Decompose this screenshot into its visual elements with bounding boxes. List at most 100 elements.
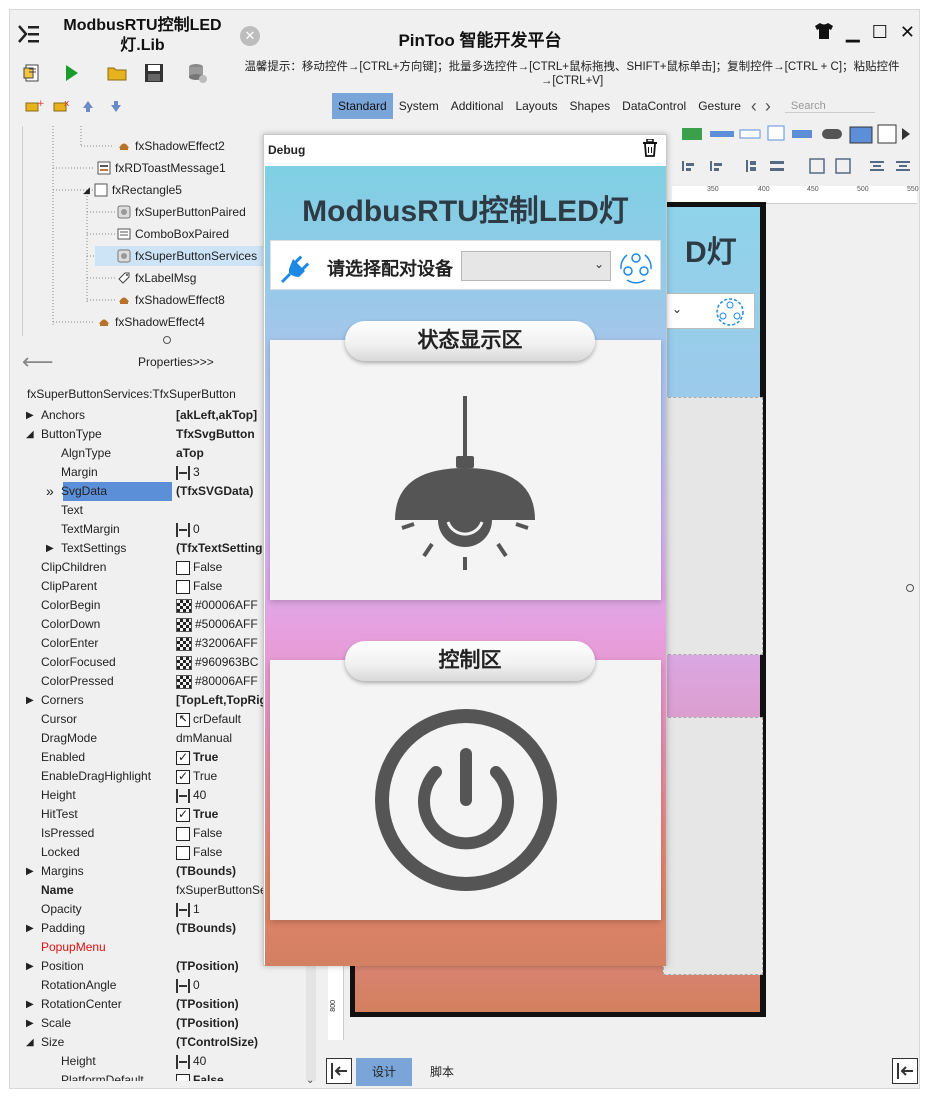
property-value[interactable]: 1 [176,900,200,919]
expand-arrow-icon[interactable]: ▶ [26,919,34,938]
property-row[interactable]: AlgnType aTop [24,444,284,463]
property-value[interactable]: #00006AFF [176,596,258,615]
property-value[interactable]: ↖ crDefault [176,710,241,729]
property-value[interactable]: (TPosition) [176,1014,239,1033]
theme-shirt-icon[interactable] [814,22,834,45]
property-value[interactable]: False [176,1071,224,1081]
property-value[interactable]: (TBounds) [176,862,236,881]
property-value[interactable]: ✓ True [176,767,217,786]
close-document-button[interactable]: ✕ [240,26,260,46]
property-value[interactable]: 0 [176,520,200,539]
properties-link[interactable]: Properties>>> [138,355,214,369]
property-value[interactable]: (TfxTextSetting [176,539,262,558]
property-value[interactable]: (TPosition) [176,957,239,976]
property-value[interactable]: False [176,577,222,596]
property-value[interactable]: (TControlSize) [176,1033,258,1052]
property-row[interactable]: » SvgData (TfxSVGData) [24,482,284,501]
expand-arrow-icon[interactable]: ▶ [46,539,54,558]
property-value[interactable]: (TfxSVGData) [176,482,253,501]
tree-item[interactable]: fxShadowEffect4 [97,312,205,332]
palette-search[interactable]: Search [784,100,875,113]
tree-item[interactable]: fxShadowEffect2 [117,136,225,156]
property-row[interactable]: ▶ Corners [TopLeft,TopRig [24,691,284,710]
remove-node-icon[interactable]: x [52,98,72,116]
property-value[interactable]: False [176,824,222,843]
menu-icon[interactable] [18,24,40,48]
expand-arrow-icon[interactable]: ▶ [26,957,34,976]
tree-item[interactable]: ComboBoxPaired [117,224,229,244]
tree-item[interactable]: fxShadowEffect8 [117,290,225,310]
tab-system[interactable]: System [393,93,445,119]
open-folder-icon[interactable] [106,62,130,86]
expand-arrow-icon[interactable]: ▶ [26,862,34,881]
property-row[interactable]: ColorDown #50006AFF [24,615,284,634]
tree-item[interactable]: fxLabelMsg [117,268,196,288]
save-icon[interactable] [143,62,167,86]
property-value[interactable]: (TBounds) [176,919,236,938]
property-row[interactable]: ColorEnter #32006AFF [24,634,284,653]
property-value[interactable]: aTop [176,444,204,463]
property-row[interactable]: ▶ RotationCenter (TPosition) [24,995,284,1014]
property-value[interactable]: TfxSvgButton [176,425,255,444]
property-value[interactable]: ✓ True [176,805,218,824]
tree-item-selected[interactable]: fxSuperButtonServices [95,246,277,266]
move-up-icon[interactable] [80,98,100,116]
chevron-right-icon[interactable]: › [761,96,775,117]
splitter-handle[interactable] [163,336,171,344]
property-row[interactable]: ColorBegin #00006AFF [24,596,284,615]
selected-marker-icon[interactable]: » [46,482,54,501]
collapse-arrow-icon[interactable]: ◢ [83,180,90,200]
property-row[interactable]: ▶ TextSettings (TfxTextSetting [24,539,284,558]
property-row[interactable]: PlatformDefault False [24,1071,284,1081]
tab-shapes[interactable]: Shapes [563,93,616,119]
property-row[interactable]: HitTest ✓ True [24,805,284,824]
property-row[interactable]: Height 40 [24,1052,284,1071]
property-row[interactable]: ▶ Scale (TPosition) [24,1014,284,1033]
property-row[interactable]: ColorPressed #80006AFF [24,672,284,691]
resize-handle[interactable] [906,584,914,592]
tab-datacontrol[interactable]: DataControl [616,93,692,119]
property-value[interactable]: [TopLeft,TopRig [176,691,267,710]
property-row[interactable]: ▶ Padding (TBounds) [24,919,284,938]
property-row[interactable]: Opacity 1 [24,900,284,919]
power-button[interactable] [374,708,558,892]
property-value[interactable]: 40 [176,1052,206,1071]
property-value[interactable]: False [176,843,222,862]
tab-gesture[interactable]: Gesture [692,93,747,119]
expand-arrow-icon[interactable]: ▶ [26,406,34,425]
expand-arrow-icon[interactable]: ▶ [26,995,34,1014]
property-value[interactable]: 40 [176,786,206,805]
property-value[interactable]: fxSuperButtonSe [176,881,267,900]
tree-item[interactable]: fxRDToastMessage1 [97,158,226,178]
new-project-icon[interactable] [22,62,46,86]
chevron-left-icon[interactable]: ‹ [747,96,761,117]
device-combobox[interactable]: ⌄ [461,251,611,281]
run-icon[interactable] [60,62,84,86]
expand-arrow-icon[interactable]: ◢ [26,425,34,444]
property-value[interactable]: False [176,558,222,577]
property-row[interactable]: TextMargin 0 [24,520,284,539]
property-row[interactable]: ColorFocused #960963BC [24,653,284,672]
property-row[interactable]: ▶ Margins (TBounds) [24,862,284,881]
property-row[interactable]: ◢ ButtonType TfxSvgButton [24,425,284,444]
property-row[interactable]: Height 40 [24,786,284,805]
collapse-right-button[interactable] [892,1058,918,1084]
services-scan-icon[interactable] [617,247,655,285]
property-row[interactable]: Margin 3 [24,463,284,482]
property-row[interactable]: PopupMenu [24,938,284,957]
property-row[interactable]: ◢ Size (TControlSize) [24,1033,284,1052]
tab-additional[interactable]: Additional [445,93,510,119]
property-value[interactable]: [akLeft,akTop] [176,406,257,425]
property-value[interactable]: #80006AFF [176,672,258,691]
property-value[interactable]: 0 [176,976,200,995]
database-icon[interactable] [186,62,210,86]
minimize-icon[interactable]: ▁ [846,22,860,45]
expand-arrow-icon[interactable]: ▶ [26,1014,34,1033]
expand-arrow-icon[interactable]: ◢ [26,1033,34,1052]
expand-arrow-icon[interactable]: ▶ [26,691,34,710]
property-row[interactable]: ▶ Position (TPosition) [24,957,284,976]
property-value[interactable]: ✓ True [176,748,218,767]
property-row[interactable]: Name fxSuperButtonSe [24,881,284,900]
back-arrow-icon[interactable]: ⟵ [22,350,54,374]
property-row[interactable]: EnableDragHighlight ✓ True [24,767,284,786]
